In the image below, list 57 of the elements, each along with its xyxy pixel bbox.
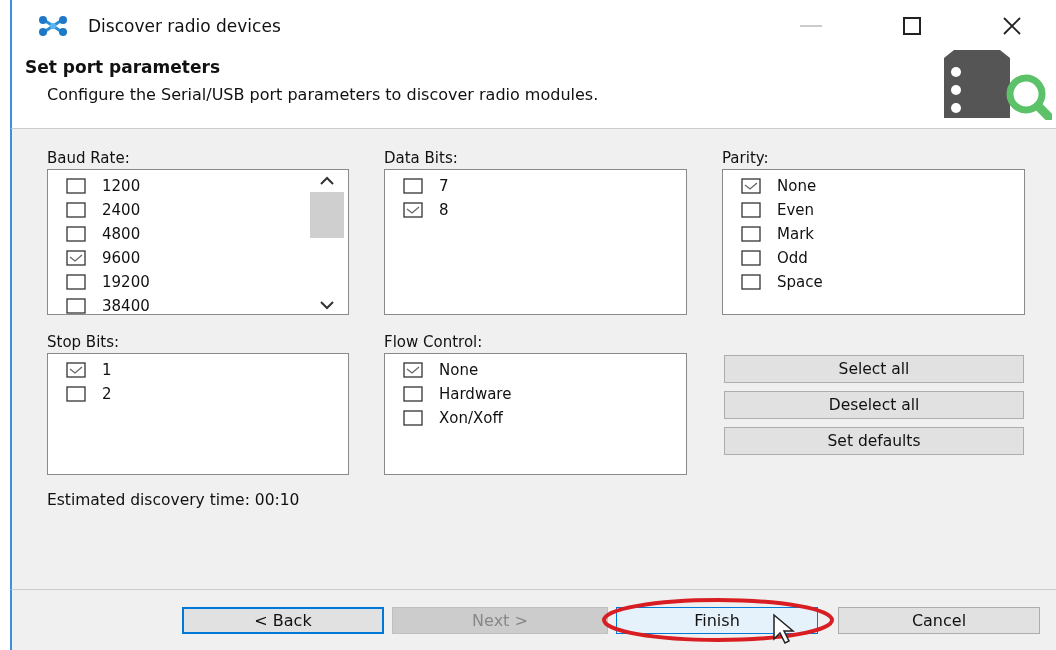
option-label: 19200 <box>102 273 150 291</box>
scroll-down-icon[interactable] <box>319 300 335 310</box>
maximize-icon[interactable] <box>902 16 922 36</box>
option-label: 8 <box>439 201 449 219</box>
option-label: 38400 <box>102 297 150 315</box>
group-label: Baud Rate: <box>47 149 131 169</box>
option-label: Space <box>777 273 823 291</box>
action-button[interactable]: Set defaults <box>724 427 1024 455</box>
window-title: Discover radio devices <box>88 16 281 36</box>
option-label: Hardware <box>439 385 512 403</box>
estimate-text: Estimated discovery time: 00:10 <box>47 491 301 509</box>
checkbox[interactable] <box>66 386 86 402</box>
checkbox[interactable] <box>741 226 761 242</box>
option-label: 2400 <box>102 201 141 219</box>
group-label: Flow Control: <box>384 333 484 353</box>
option-label: 9600 <box>102 249 141 267</box>
option-label: None <box>439 361 479 379</box>
close-icon[interactable] <box>1002 16 1022 36</box>
dialog-button[interactable]: Cancel <box>838 606 1040 634</box>
dialog-button[interactable]: Finish <box>616 606 818 634</box>
checkbox[interactable] <box>66 274 86 290</box>
checkbox[interactable] <box>66 362 86 378</box>
checkbox[interactable] <box>403 410 423 426</box>
action-button[interactable]: Deselect all <box>724 391 1024 419</box>
checkbox[interactable] <box>741 274 761 290</box>
option-label: 4800 <box>102 225 141 243</box>
checkbox[interactable] <box>741 250 761 266</box>
option-label: 1 <box>102 361 112 379</box>
option-label: Xon/Xoff <box>439 409 503 427</box>
checkbox[interactable] <box>403 178 423 194</box>
group-label: Data Bits: <box>384 149 459 169</box>
option-label: 2 <box>102 385 112 403</box>
checkbox[interactable] <box>66 178 86 194</box>
checkbox[interactable] <box>741 178 761 194</box>
page-description: Configure the Serial/USB port parameters to discover radio modules. <box>46 85 599 104</box>
checkbox[interactable] <box>66 250 86 266</box>
checkbox[interactable] <box>66 298 86 314</box>
option-label: Even <box>777 201 815 219</box>
checkbox[interactable] <box>403 386 423 402</box>
page-title: Set port parameters <box>25 57 221 77</box>
network-icon <box>38 15 68 37</box>
scroll-up-icon[interactable] <box>319 176 335 186</box>
checkbox[interactable] <box>66 226 86 242</box>
option-label: None <box>777 177 817 195</box>
checkbox[interactable] <box>403 362 423 378</box>
checkbox[interactable] <box>403 202 423 218</box>
option-label: Mark <box>777 225 814 243</box>
action-button[interactable]: Select all <box>724 355 1024 383</box>
option-label: 7 <box>439 177 449 195</box>
group-label: Parity: <box>722 149 770 169</box>
cursor-icon <box>772 612 798 645</box>
option-label: Odd <box>777 249 808 267</box>
dialog-button[interactable]: < Back <box>182 606 384 634</box>
option-label: 1200 <box>102 177 141 195</box>
group-label: Stop Bits: <box>47 333 121 353</box>
checkbox[interactable] <box>741 202 761 218</box>
checkbox[interactable] <box>66 202 86 218</box>
